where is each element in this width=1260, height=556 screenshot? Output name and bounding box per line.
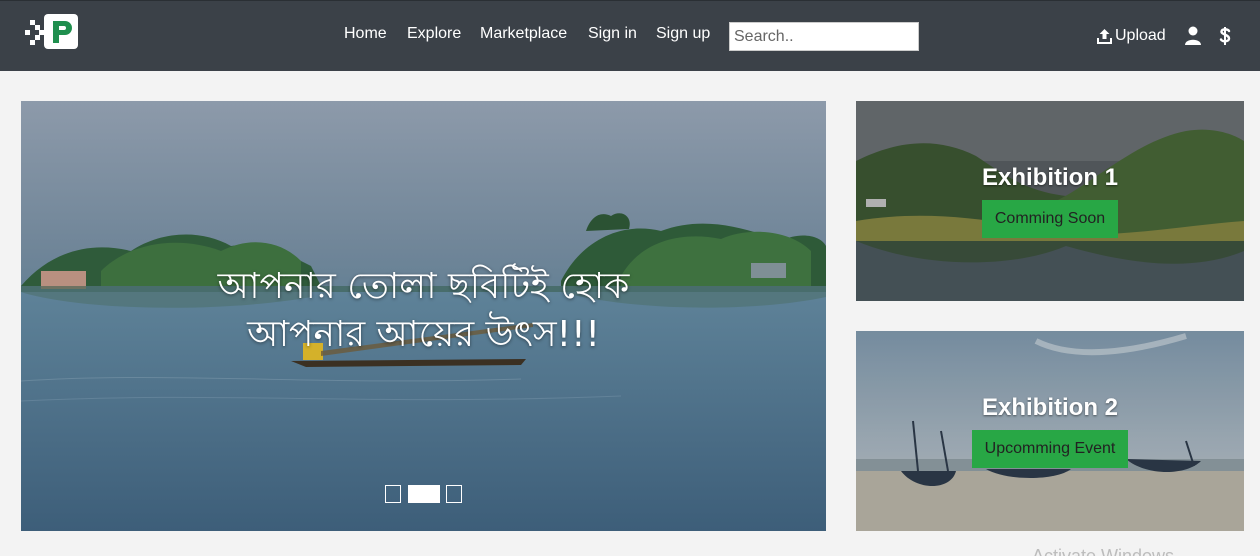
search-input[interactable]	[729, 22, 919, 51]
exhibition-card-1[interactable]: Exhibition 1 Comming Soon	[856, 101, 1244, 301]
hero-carousel[interactable]: আপনার তোলা ছবিটিই হোক আপনার আয়ের উৎস!!!	[21, 101, 826, 531]
logo-pixel	[30, 40, 35, 45]
carousel-indicator-1[interactable]	[385, 485, 401, 503]
upload-icon	[1097, 29, 1112, 44]
upload-label: Upload	[1115, 27, 1166, 44]
user-icon[interactable]	[1184, 26, 1202, 46]
nav-signup-link[interactable]: Sign up	[656, 23, 710, 45]
hero-caption-line2: আপনার আয়ের উৎস!!!	[247, 314, 600, 355]
site-logo[interactable]	[24, 14, 78, 50]
exhibition-1-title: Exhibition 1	[981, 164, 1118, 191]
nav-explore-link[interactable]: Explore	[407, 23, 461, 45]
dollar-icon[interactable]	[1218, 26, 1232, 46]
logo-pixel	[35, 35, 40, 40]
nav-home-link[interactable]: Home	[344, 23, 387, 45]
activate-windows-watermark: Activate Windows	[1032, 546, 1175, 556]
nav-signin-link[interactable]: Sign in	[588, 23, 637, 45]
nav-marketplace-link[interactable]: Marketplace	[480, 23, 567, 45]
upcomming-event-button[interactable]: Upcomming Event	[972, 430, 1128, 468]
exhibition-2-title: Exhibition 2	[981, 394, 1118, 421]
top-navbar: Home Explore Marketplace Sign in Sign up…	[0, 0, 1260, 71]
carousel-indicator-2[interactable]	[408, 485, 440, 503]
carousel-indicator-3[interactable]	[446, 485, 462, 503]
hero-caption: আপনার তোলা ছবিটিই হোক আপনার আয়ের উৎস!!!	[21, 263, 826, 359]
exhibition-card-2[interactable]: Exhibition 2 Upcomming Event	[856, 331, 1244, 531]
logo-p-letter	[53, 21, 72, 43]
comming-soon-button[interactable]: Comming Soon	[982, 200, 1118, 238]
upload-button[interactable]: Upload	[1097, 25, 1166, 47]
hero-caption-line1: আপনার তোলা ছবিটিই হোক	[217, 266, 630, 307]
logo-pixel	[25, 30, 30, 35]
